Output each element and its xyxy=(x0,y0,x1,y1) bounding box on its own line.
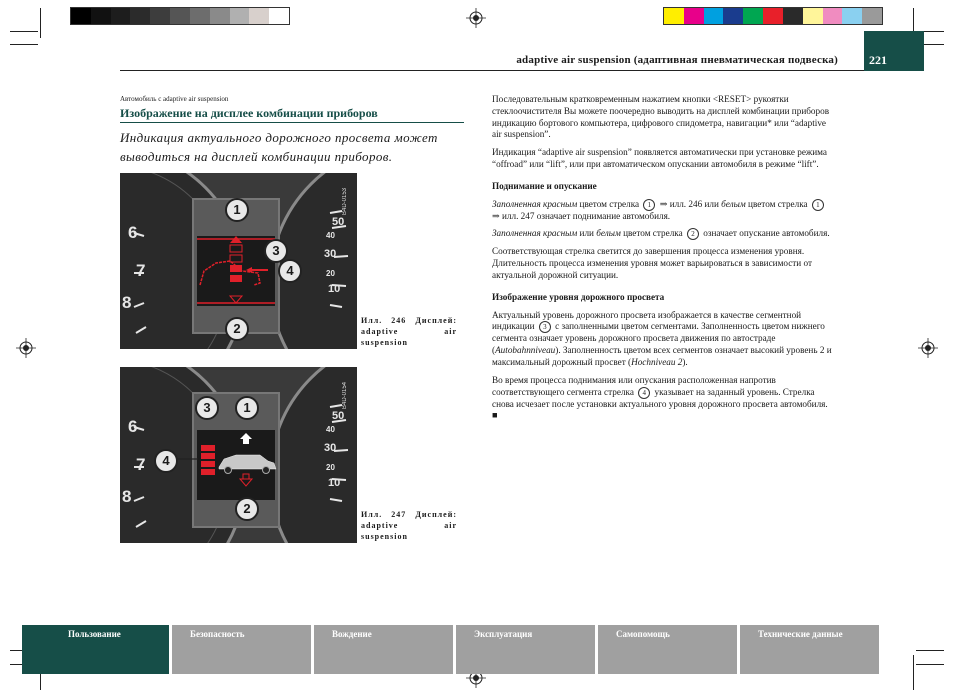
figure-caption: Илл. 246 Дисплей: adaptive air suspensio… xyxy=(361,316,457,347)
calib-swatch xyxy=(862,8,882,24)
text: ⇒ илл. 246 или xyxy=(657,198,722,209)
nav-tab-operation[interactable]: Эксплуатация xyxy=(456,625,595,674)
callout-4: 4 xyxy=(278,259,302,283)
paragraph: Заполненная красным цветом стрелка 1 ⇒ и… xyxy=(492,198,832,223)
nav-tab-driving[interactable]: Вождение xyxy=(314,625,453,674)
paragraph: Актуальный уровень дорожного просвета из… xyxy=(492,310,832,369)
paragraph: Соответствующая стрелка светится до заве… xyxy=(492,246,813,280)
figure-246: 6 7 8 50 40 30 20 10 B4D-0153 1 2 3 4 xyxy=(120,173,357,349)
right-column: Последовательным кратковременным нажатие… xyxy=(492,94,832,428)
text: цветом стрелка xyxy=(577,198,642,209)
subheading: Поднимание и опускание xyxy=(492,180,597,191)
calib-swatch xyxy=(90,8,111,24)
nav-tab-usage[interactable]: Пользование xyxy=(22,625,169,674)
section-title: Изображение на дисплее комбинации прибор… xyxy=(120,106,378,120)
breadcrumb: Автомобиль с adaptive air suspension xyxy=(120,95,229,103)
chapter-nav: Пользование Безопасность Вождение Эксплу… xyxy=(22,625,919,674)
calib-swatch xyxy=(189,8,210,24)
header-rule xyxy=(120,70,864,71)
italic-text: белым xyxy=(596,228,621,239)
calib-swatch xyxy=(664,8,684,24)
calib-swatch xyxy=(802,8,823,24)
italic-text: Заполненная красным xyxy=(492,228,578,239)
text: ⇒ илл. 247 означает поднимание автомобил… xyxy=(492,210,671,221)
calib-swatch xyxy=(269,8,289,24)
calib-swatch xyxy=(71,8,91,24)
text: ). xyxy=(682,356,688,367)
page-number-tab-top xyxy=(864,31,924,49)
paragraph: Во время процесса поднимания или опускан… xyxy=(492,375,832,422)
callout-2: 2 xyxy=(225,317,249,341)
figure-code: B4D-0153 xyxy=(342,187,348,215)
calib-swatch xyxy=(229,8,250,24)
crop-mark xyxy=(916,650,944,651)
calib-swatch xyxy=(170,8,190,24)
crop-mark xyxy=(916,664,944,665)
callout-ref: 1 xyxy=(643,198,656,211)
speed-tick-label: 10 xyxy=(328,283,341,295)
tach-tick-label: 8 xyxy=(122,293,132,312)
registration-mark xyxy=(918,338,938,358)
subheading: Изображение уровня дорожного просвета xyxy=(492,291,665,302)
crop-mark xyxy=(10,44,38,45)
nav-tab-tech-data[interactable]: Технические данные xyxy=(740,625,879,674)
text: цветом стрелка xyxy=(745,198,810,209)
speed-tick-label: 20 xyxy=(326,269,335,278)
callout-leader xyxy=(176,458,198,460)
tach-tick-label: 6 xyxy=(128,223,138,242)
calib-swatch xyxy=(782,8,803,24)
callout-ref: 1 xyxy=(811,198,824,211)
calib-swatch xyxy=(150,8,171,24)
registration-mark xyxy=(16,338,36,358)
calib-swatch xyxy=(743,8,764,24)
italic-text: Заполненная красным xyxy=(492,198,578,209)
calib-swatch xyxy=(842,8,863,24)
running-header: adaptive air suspension (адаптивная пнев… xyxy=(516,54,838,66)
registration-mark xyxy=(466,8,486,28)
calib-swatch xyxy=(683,8,704,24)
nav-tab-self-help[interactable]: Самопомощь xyxy=(598,625,737,674)
callout-ref: 2 xyxy=(686,228,699,241)
callout-1: 1 xyxy=(225,198,249,222)
figure-247: 6 7 8 50 40 30 20 10 B4D-0154 3 1 4 2 xyxy=(120,367,357,543)
speed-tick-label: 50 xyxy=(332,216,345,228)
section-lead: Индикация актуального дорожного просвета… xyxy=(120,130,438,164)
calib-swatch xyxy=(723,8,744,24)
callout-ref: 4 xyxy=(638,386,651,399)
calibration-bar-gray xyxy=(70,7,290,25)
text: означает опускание автомобиля. xyxy=(700,228,830,239)
page-number: 221 xyxy=(864,49,924,71)
nav-tab-safety[interactable]: Безопасность xyxy=(172,625,311,674)
calib-swatch xyxy=(110,8,131,24)
tach-tick-label: 7 xyxy=(136,261,146,280)
paragraph: Последовательным кратковременным нажатие… xyxy=(492,94,830,140)
speed-tick-label: 30 xyxy=(324,248,337,260)
crop-mark xyxy=(40,8,41,38)
paragraph: Индикация “adaptive air suspension” появ… xyxy=(492,147,828,169)
calib-swatch xyxy=(822,8,843,24)
text: цветом стрелка xyxy=(620,228,685,239)
text: или xyxy=(577,228,597,239)
section-rule xyxy=(120,122,464,123)
calib-swatch xyxy=(703,8,724,24)
calib-swatch xyxy=(130,8,151,24)
calib-swatch xyxy=(763,8,783,24)
callout-ref: 3 xyxy=(538,321,551,334)
crop-mark xyxy=(10,31,38,32)
calib-swatch xyxy=(249,8,270,24)
italic-text: белым xyxy=(721,198,746,209)
speed-tick-label: 40 xyxy=(326,231,335,240)
figure-caption: Илл. 247 Дисплей: adaptive air suspensio… xyxy=(361,510,457,541)
calib-swatch xyxy=(209,8,230,24)
calibration-bar-color xyxy=(663,7,883,25)
italic-text: Autobahnniveau xyxy=(495,345,556,356)
paragraph: Заполненная красным или белым цветом стр… xyxy=(492,228,832,241)
italic-text: Hochniveau 2 xyxy=(631,356,683,367)
